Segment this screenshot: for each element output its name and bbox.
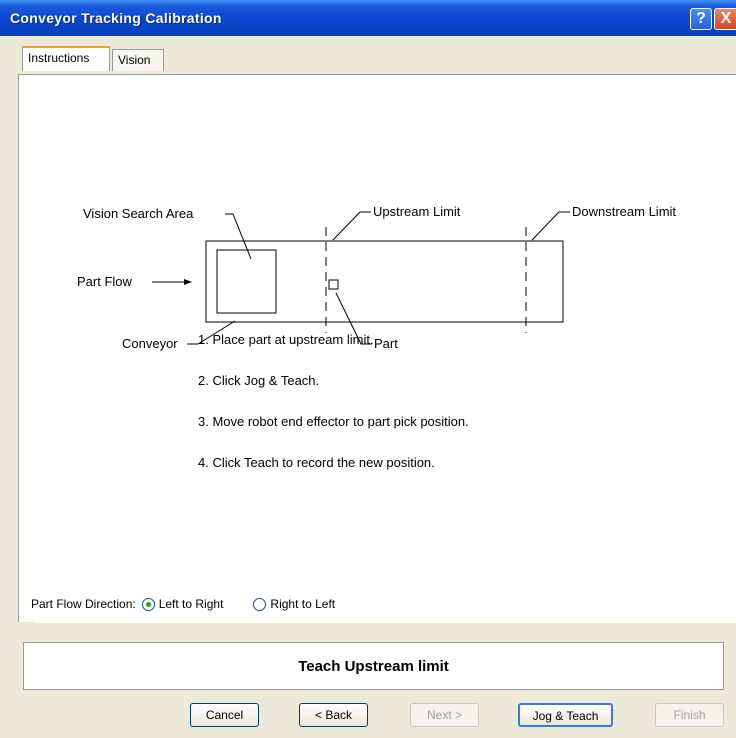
downstream-leader-line [531,211,570,241]
part-flow-direction: Part Flow Direction: Left to Right Right… [31,592,335,616]
vision-search-area-label: Vision Search Area [83,206,194,221]
radio-left-to-right-label[interactable]: Left to Right [159,597,224,611]
radio-left-to-right-indicator[interactable] [141,597,155,611]
window-title: Conveyor Tracking Calibration [10,10,222,26]
close-icon[interactable]: X [714,8,736,30]
back-button[interactable]: < Back [299,703,368,727]
radio-left-to-right[interactable]: Left to Right [141,597,224,611]
instruction-steps: 1. Place part at upstream limit. 2. Clic… [198,332,469,496]
conveyor-belt [205,240,564,323]
tab-instructions[interactable]: Instructions [22,46,110,71]
title-bar[interactable]: Conveyor Tracking Calibration ? X [0,0,736,36]
radio-right-to-left[interactable]: Right to Left [253,597,335,611]
radio-right-to-left-indicator[interactable] [253,597,267,611]
step-3: 3. Move robot end effector to part pick … [198,414,469,429]
next-button[interactable]: Next > [410,703,479,727]
jog-teach-button[interactable]: Jog & Teach [518,703,613,727]
step-4: 4. Click Teach to record the new positio… [198,455,435,470]
step-2: 2. Click Jog & Teach. [198,373,320,388]
tab-vision[interactable]: Vision [112,49,164,71]
vision-search-area-box [216,249,277,314]
help-icon[interactable]: ? [690,8,712,30]
radio-right-to-left-label[interactable]: Right to Left [270,597,335,611]
conveyor-label: Conveyor [122,336,178,351]
cancel-button[interactable]: Cancel [190,703,259,727]
step-1: 1. Place part at upstream limit. [198,332,374,347]
part-flow-direction-label: Part Flow Direction: [31,597,136,611]
downstream-limit-label: Downstream Limit [572,204,676,219]
part-flow-label: Part Flow [77,274,133,289]
tab-strip: Instructions Vision [0,36,736,74]
status-message: Teach Upstream limit [23,642,724,690]
part-flow-arrowhead [184,279,192,285]
upstream-limit-label: Upstream Limit [373,204,461,219]
upstream-leader-line [332,211,371,241]
finish-button[interactable]: Finish [655,703,724,727]
calibration-window: Conveyor Tracking Calibration ? X Instru… [0,0,736,738]
part-square [328,279,339,290]
vision-leader-line [225,213,252,260]
